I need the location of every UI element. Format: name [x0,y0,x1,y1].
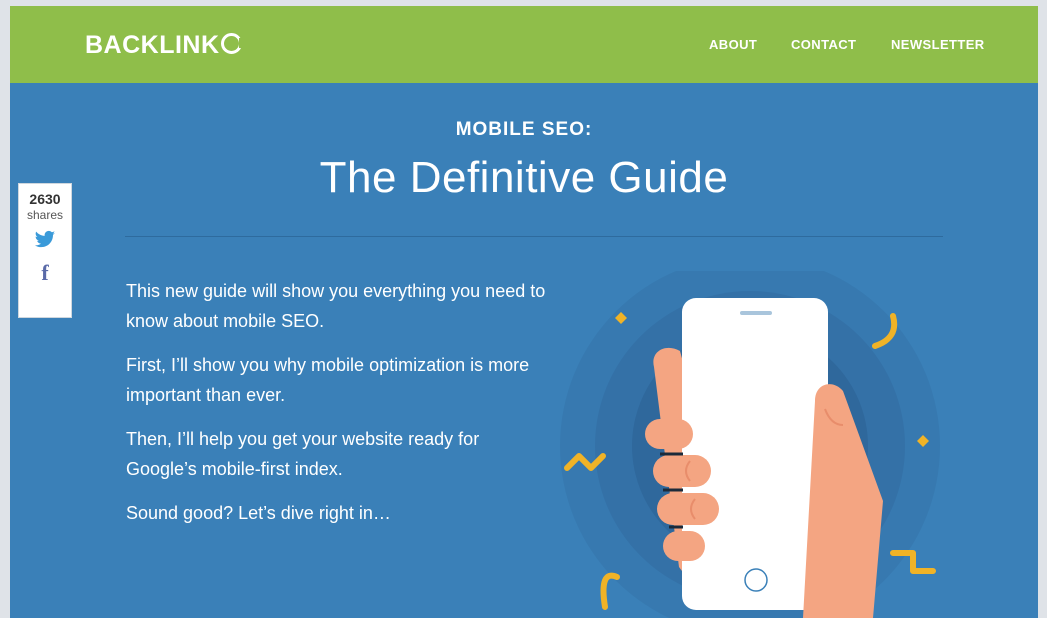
nav-about[interactable]: ABOUT [709,37,757,52]
facebook-share-button[interactable]: f [19,261,71,285]
page-title: The Definitive Guide [319,153,729,202]
nav-newsletter[interactable]: NEWSLETTER [891,37,985,52]
logo-o-icon [220,33,244,54]
finger-1 [645,419,693,449]
share-label: shares [26,208,64,222]
nav-contact[interactable]: CONTACT [791,37,856,52]
logo-text: BACKLINK [85,31,220,59]
arc-shape-bottom [600,572,620,610]
finger-4 [663,531,705,561]
page-frame: BACKLINK ABOUT CONTACT NEWSLETTER MOBILE… [10,6,1038,618]
finger-2 [653,455,711,487]
page-kicker: MOBILE SEO: [455,119,593,140]
share-count: 2630 [29,191,61,207]
intro-paragraph-1: This new guide will show you everything … [126,281,546,331]
finger-3 [657,493,719,525]
site-header: BACKLINK ABOUT CONTACT NEWSLETTER [10,6,1038,83]
phone-speaker [740,311,772,315]
intro-paragraph-4: Sound good? Let’s dive right in… [126,503,391,523]
page-gutter [1038,0,1047,618]
intro-paragraph-2: First, I’ll show you why mobile optimiza… [126,355,530,405]
facebook-icon: f [41,260,49,285]
share-widget: 2630 shares f [18,183,72,318]
twitter-icon [34,230,56,248]
hero-illustration [560,271,940,618]
title-divider [125,236,943,237]
twitter-share-button[interactable] [19,230,71,252]
intro-paragraph-3: Then, I’ll help you get your website rea… [126,429,480,479]
backlinko-logo[interactable]: BACKLINK [85,31,244,60]
